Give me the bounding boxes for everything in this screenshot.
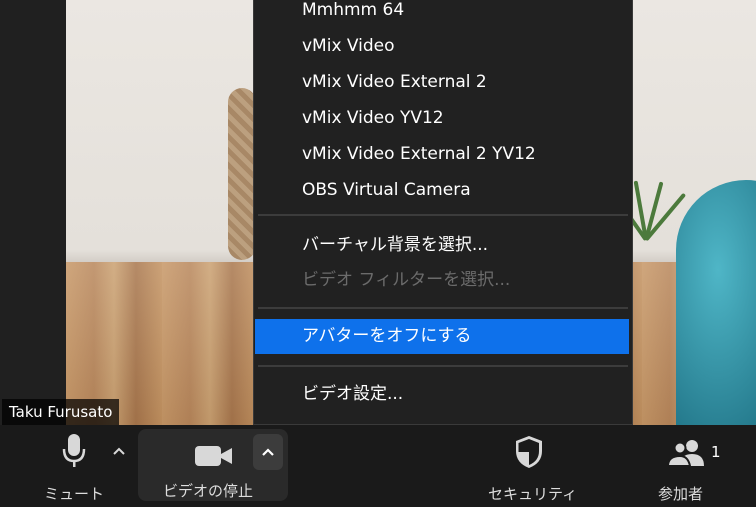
- camera-menu: Mmhmm 64 vMix Video vMix Video External …: [253, 0, 633, 425]
- microphone-icon: [62, 434, 86, 467]
- camera-option-5[interactable]: vMix Video External 2 YV12: [302, 144, 536, 164]
- shield-icon: [516, 436, 542, 468]
- participants-label: 参加者: [658, 485, 704, 503]
- video-filter-item: ビデオ フィルターを選択...: [302, 270, 511, 290]
- video-basket: [228, 88, 256, 260]
- camera-option-4[interactable]: vMix Video YV12: [302, 108, 444, 128]
- virtual-background-item[interactable]: バーチャル背景を選択...: [302, 235, 488, 255]
- security-label: セキュリティ: [488, 485, 578, 503]
- participants-count: 1: [711, 443, 721, 461]
- participant-name-tag: Taku Furusato: [2, 399, 120, 425]
- audio-options-caret[interactable]: [112, 441, 128, 457]
- avatar-off-item[interactable]: アバターをオフにする: [255, 319, 629, 354]
- video-settings-item[interactable]: ビデオ設定...: [302, 384, 403, 404]
- mute-button[interactable]: ミュート: [40, 431, 110, 503]
- camera-option-2[interactable]: vMix Video: [302, 36, 395, 56]
- participants-icon: [668, 440, 704, 467]
- avatar-off-label: アバターをオフにする: [302, 326, 472, 346]
- video-camera-icon: [195, 446, 232, 466]
- security-button[interactable]: セキュリティ: [480, 431, 580, 503]
- video-options-caret[interactable]: [253, 434, 283, 470]
- chevron-up-icon: [113, 447, 125, 455]
- camera-option-6[interactable]: OBS Virtual Camera: [302, 180, 471, 200]
- chevron-up-icon: [262, 448, 274, 456]
- meeting-stage: Taku Furusato Mmhmm 64 vMix Video vMix V…: [0, 0, 756, 425]
- menu-divider: [258, 307, 628, 309]
- camera-option-1[interactable]: Mmhmm 64: [302, 0, 404, 20]
- meeting-toolbar: ミュート ビデオの停止 セキュリティ 1 参加者: [0, 425, 756, 507]
- camera-option-3[interactable]: vMix Video External 2: [302, 72, 487, 92]
- menu-divider: [258, 214, 628, 216]
- participants-button[interactable]: 1 参加者: [650, 431, 740, 503]
- stop-video-label: ビデオの停止: [163, 482, 254, 500]
- menu-divider: [258, 365, 628, 367]
- video-avatar-shape: [676, 180, 756, 425]
- mute-label: ミュート: [44, 485, 105, 503]
